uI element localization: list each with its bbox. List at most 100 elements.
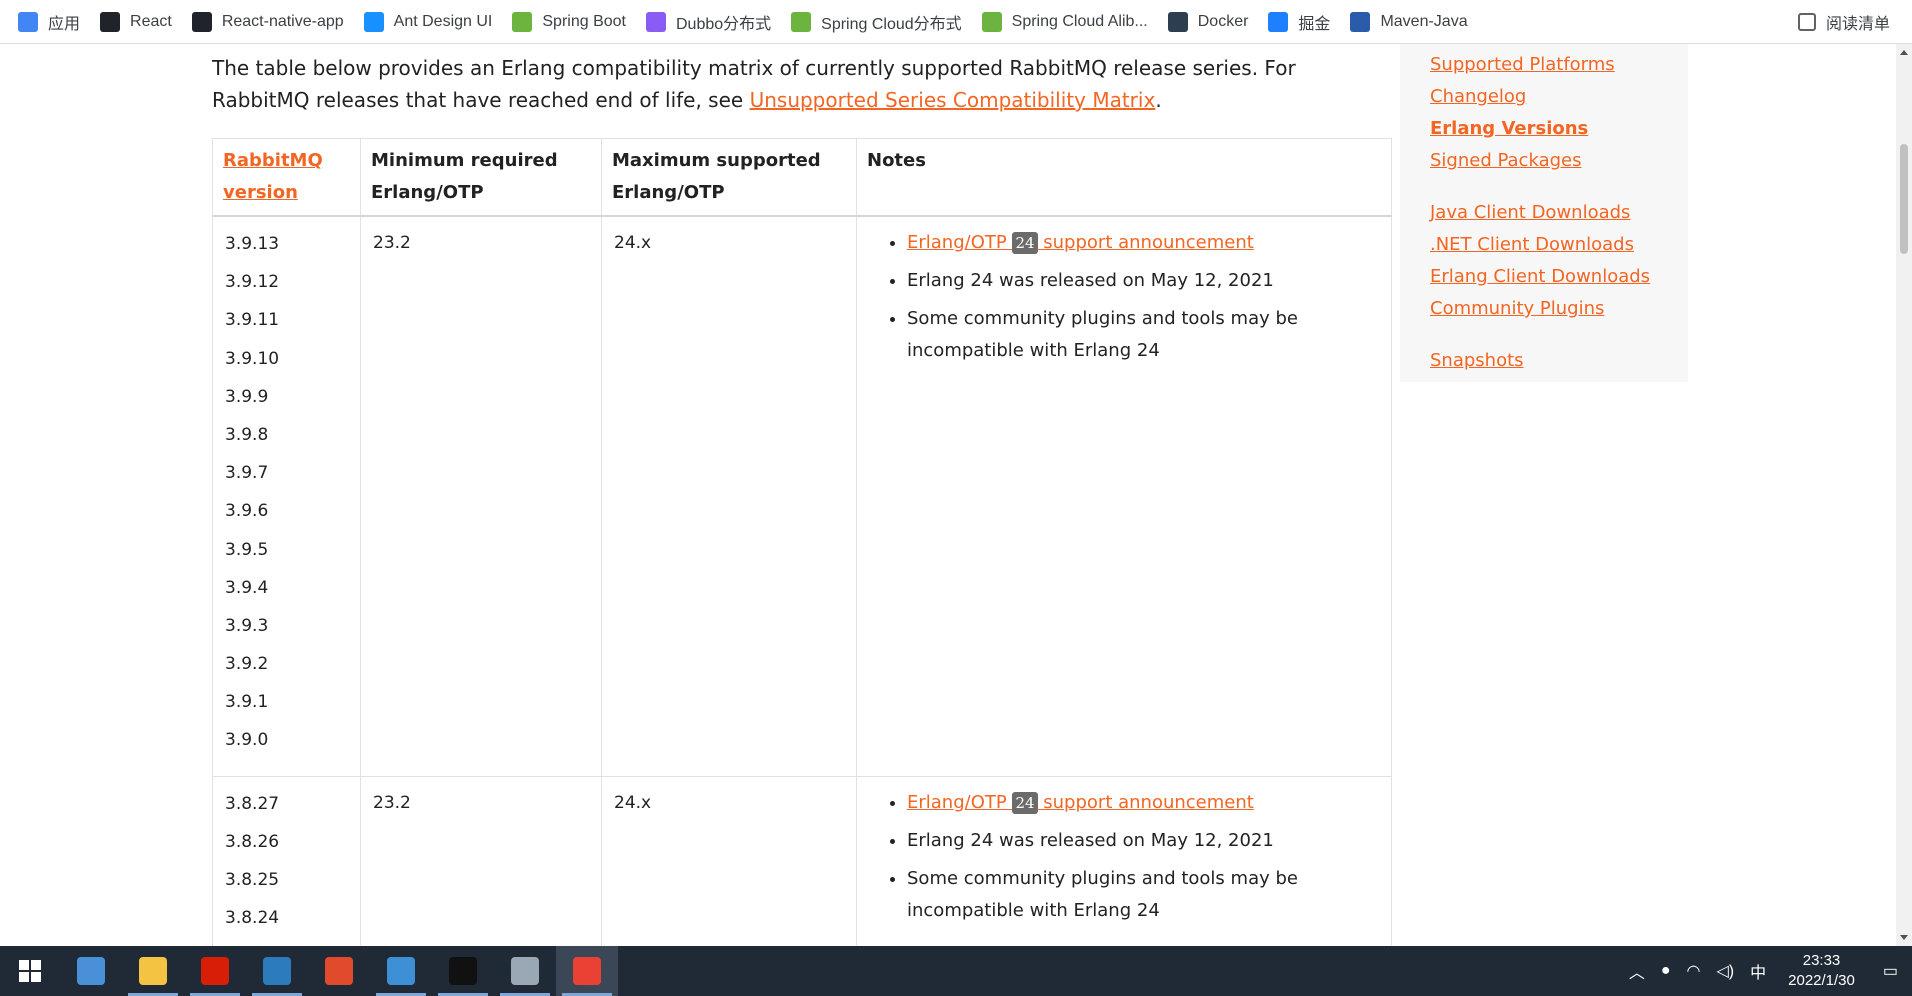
sidebar-link-snapshots[interactable]: Snapshots <box>1430 345 1688 377</box>
bookmark-label: Spring Cloud分布式 <box>821 15 962 33</box>
sidebar-link-changelog[interactable]: Changelog <box>1430 81 1688 113</box>
version-item: 3.8.27 <box>225 793 280 814</box>
bookmark-3[interactable]: Ant Design UI <box>354 4 503 40</box>
erlang-announcement-link[interactable]: Erlang/OTP 24 support announcement <box>907 791 1254 814</box>
vertical-scrollbar[interactable] <box>1896 44 1912 946</box>
wifi-icon[interactable]: ◠ <box>1687 961 1701 981</box>
bookmark-label: Ant Design UI <box>393 12 493 30</box>
note-announcement: Erlang/OTP 24 support announcement <box>907 227 1379 259</box>
note-release-date: Erlang 24 was released on May 12, 2021 <box>907 265 1379 297</box>
sidebar-link-signed-packages[interactable]: Signed Packages <box>1430 145 1688 177</box>
rabbitmq-version-link[interactable]: RabbitMQ version <box>223 150 323 203</box>
sidebar-group-3: Snapshots <box>1400 325 1688 377</box>
scroll-thumb[interactable] <box>1900 144 1908 254</box>
bookmark-6[interactable]: Spring Cloud分布式 <box>781 4 972 40</box>
sidebar-link-community-plugins[interactable]: Community Plugins <box>1430 293 1688 325</box>
sidebar-link-erlang-versions[interactable]: Erlang Versions <box>1430 113 1688 145</box>
bookmark-8[interactable]: Docker <box>1158 4 1259 40</box>
scroll-down-arrow-icon[interactable] <box>1900 935 1908 940</box>
version-item: 3.9.6 <box>225 501 269 522</box>
clock-time: 23:33 <box>1802 952 1841 969</box>
version-item: 3.9.10 <box>225 348 280 369</box>
table-row: 3.8.273.8.263.8.253.8.243.8.2323.224.xEr… <box>212 775 1392 946</box>
bookmark-9[interactable]: 掘金 <box>1258 4 1340 40</box>
taskbar-apps <box>60 946 618 996</box>
taskbar-app-2[interactable] <box>184 946 246 996</box>
react-icon <box>100 11 121 32</box>
sidebar-link-supported-platforms[interactable]: Supported Platforms <box>1430 49 1688 81</box>
sidebar-link-erlang-client-downloads[interactable]: Erlang Client Downloads <box>1430 261 1688 293</box>
spring-icon <box>512 11 533 32</box>
version-badge: 24 <box>1012 232 1038 254</box>
chevron-up-icon[interactable]: ︿ <box>1629 959 1645 983</box>
header-min-erlang: Minimum required Erlang/OTP <box>360 138 602 217</box>
bookmark-2[interactable]: React-native-app <box>182 4 354 40</box>
version-item: 3.9.4 <box>225 577 269 598</box>
bookmark-4[interactable]: Spring Boot <box>502 4 636 40</box>
taskbar-app-6[interactable] <box>432 946 494 996</box>
bookmark-7[interactable]: Spring Cloud Alib... <box>972 4 1158 40</box>
header-rabbitmq-version[interactable]: RabbitMQ version <box>212 138 361 217</box>
version-item: 3.9.2 <box>225 654 269 675</box>
dubbo-icon <box>645 11 666 32</box>
version-item: 3.8.25 <box>225 870 280 890</box>
taskbar-app-4[interactable] <box>308 946 370 996</box>
taskbar-app-5[interactable] <box>370 946 432 996</box>
taskbar-app-1[interactable] <box>122 946 184 996</box>
min-erlang-cell: 23.2 <box>360 215 602 777</box>
scroll-up-arrow-icon[interactable] <box>1900 50 1908 55</box>
qq-icon[interactable]: ● <box>1661 962 1671 980</box>
netease-music-icon <box>201 957 229 985</box>
compatibility-matrix-table: RabbitMQ version Minimum required Erlang… <box>212 138 1392 946</box>
reading-list-icon <box>1797 13 1816 31</box>
system-tray: ︿ ● ◠ ◁) 中 23:33 2022/1/30 ▭ <box>1621 946 1912 996</box>
bookmark-label: Docker <box>1197 12 1249 30</box>
taskbar-app-0[interactable] <box>60 946 122 996</box>
bookmark-1[interactable]: React <box>90 4 182 40</box>
bookmark-label: Dubbo分布式 <box>675 15 772 33</box>
note-announcement: Erlang/OTP 24 support announcement <box>907 787 1379 819</box>
windows-logo-icon <box>19 960 41 982</box>
bookmark-label: React-native-app <box>221 12 344 30</box>
docker-icon <box>1167 11 1188 32</box>
taskbar-app-7[interactable] <box>494 946 556 996</box>
erlang-announcement-link[interactable]: Erlang/OTP 24 support announcement <box>907 232 1254 254</box>
taskbar-app-8[interactable] <box>556 946 618 996</box>
terminal-icon <box>449 957 477 985</box>
reading-list-button[interactable]: 阅读清单 <box>1788 4 1900 40</box>
link-text-pre: Erlang/OTP <box>907 232 1013 253</box>
note-release-date: Erlang 24 was released on May 12, 2021 <box>907 825 1379 857</box>
notes-list: Erlang/OTP 24 support announcementErlang… <box>857 227 1379 367</box>
bookmarks-bar: 应用 React React-native-app Ant Design UI Spri… <box>0 0 1912 44</box>
version-item: 3.8.26 <box>225 831 280 852</box>
bookmark-label: Spring Cloud Alib... <box>1011 12 1148 30</box>
react-icon <box>191 11 212 32</box>
juejin-icon <box>1268 11 1289 32</box>
volume-icon[interactable]: ◁) <box>1716 961 1734 981</box>
version-item: 3.9.3 <box>225 615 269 636</box>
max-erlang-cell: 24.x <box>601 775 857 946</box>
bookmark-10[interactable]: Maven-Java <box>1340 4 1477 40</box>
notification-icon[interactable]: ▭ <box>1883 961 1898 981</box>
bookmark-0[interactable]: 应用 <box>0 4 90 40</box>
version-item: 3.8.24 <box>225 908 280 929</box>
version-item: 3.9.5 <box>225 539 269 560</box>
notes-cell: Erlang/OTP 24 support announcementErlang… <box>856 215 1392 777</box>
clock-date: 2022/1/30 <box>1788 972 1855 989</box>
intro-paragraph: The table below provides an Erlang compa… <box>212 52 1392 116</box>
file-explorer-icon <box>139 957 167 985</box>
version-item: 3.9.9 <box>225 386 269 407</box>
bookmark-5[interactable]: Dubbo分布式 <box>636 4 781 40</box>
start-button[interactable] <box>0 946 60 996</box>
clock[interactable]: 23:33 2022/1/30 <box>1788 951 1855 991</box>
taskbar-app-3[interactable] <box>246 946 308 996</box>
ant-design-icon <box>363 11 384 32</box>
ime-indicator[interactable]: 中 <box>1750 959 1766 983</box>
maven-icon <box>1350 11 1371 32</box>
version-item: 3.9.13 <box>225 234 280 254</box>
sidebar-group-2: Java Client Downloads .NET Client Downloa… <box>1400 177 1688 325</box>
sidebar-link-net-client-downloads[interactable]: .NET Client Downloads <box>1430 229 1688 261</box>
sidebar-link-java-client-downloads[interactable]: Java Client Downloads <box>1430 197 1688 229</box>
unsupported-matrix-link[interactable]: Unsupported Series Compatibility Matrix <box>750 88 1156 112</box>
apps-grid-icon <box>18 11 38 32</box>
